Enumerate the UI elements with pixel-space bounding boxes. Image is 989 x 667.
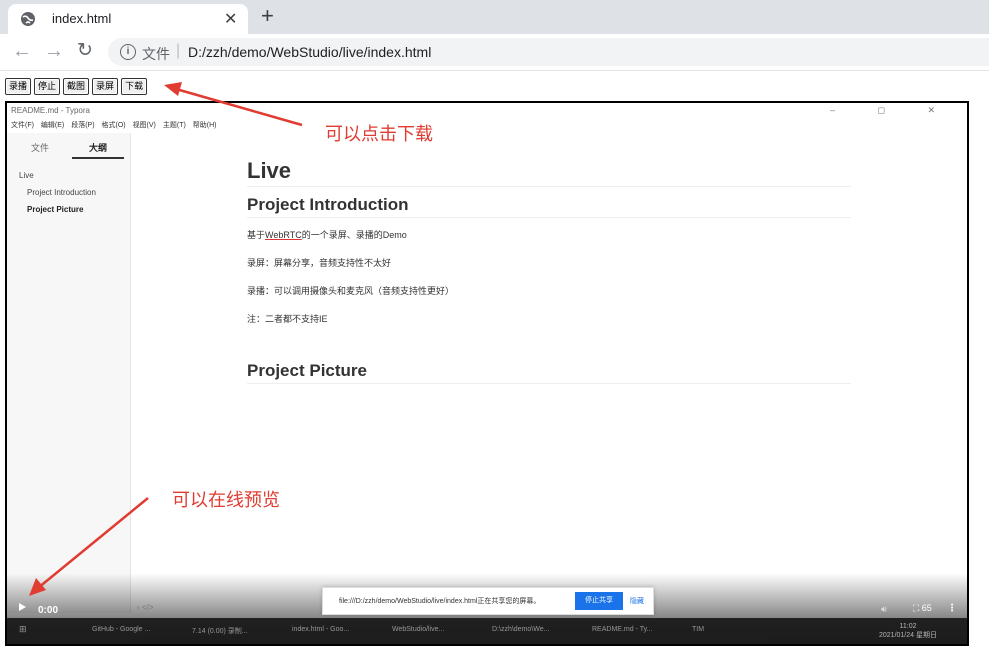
annotation-arrows bbox=[29, 82, 303, 596]
annotation-preview-note: 可以在线预览 bbox=[172, 490, 280, 510]
arrow-to-preview bbox=[29, 497, 149, 596]
arrow-to-download bbox=[164, 82, 303, 127]
annotation-download-note: 可以点击下载 bbox=[325, 124, 433, 144]
